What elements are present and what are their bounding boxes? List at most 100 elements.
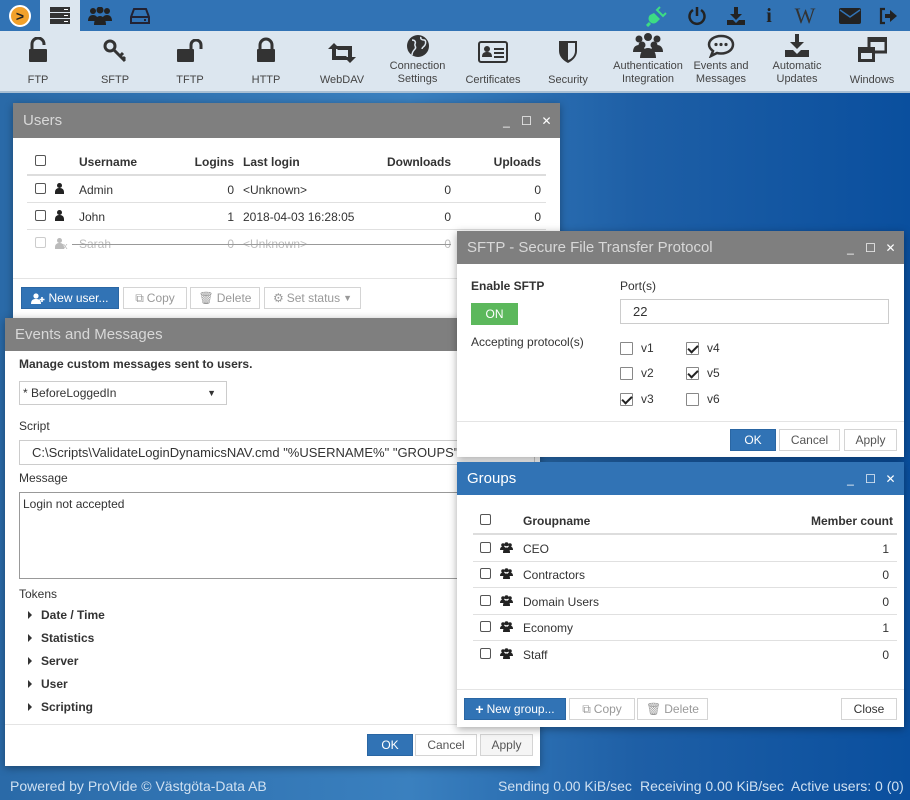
events-ok-button[interactable]: OK (367, 734, 413, 756)
table-row[interactable]: Domain Users 0 (473, 589, 897, 615)
col-member-count[interactable]: Member count (811, 514, 893, 528)
protocol-v3-checkbox[interactable]: v3 (620, 392, 654, 406)
delete-user-button[interactable]: 🗑 Delete (190, 287, 260, 309)
minimize-icon[interactable]: _ (845, 472, 856, 486)
maximize-icon[interactable]: ☐ (865, 472, 876, 486)
select-all-checkbox[interactable] (480, 514, 491, 525)
col-uploads[interactable]: Uploads (457, 155, 541, 169)
user-icon (55, 209, 64, 221)
table-header: Groupname Member count (473, 509, 897, 535)
tab-home[interactable]: > (0, 0, 40, 31)
mail-icon[interactable] (838, 4, 862, 28)
copy-user-button[interactable]: ⧉ Copy (123, 287, 187, 309)
download-icon[interactable] (724, 4, 748, 28)
protocol-v1-checkbox[interactable]: v1 (620, 341, 654, 355)
info-icon[interactable]: i (757, 4, 781, 28)
protocol-v6-checkbox[interactable]: v6 (686, 392, 720, 406)
row-checkbox[interactable] (35, 237, 46, 248)
chat-bubble-icon (707, 34, 735, 58)
minimize-icon[interactable]: _ (845, 241, 856, 255)
maximize-icon[interactable]: ☐ (521, 114, 532, 128)
ribbon-automatic-updates[interactable]: Automatic Updates (764, 31, 830, 93)
table-row[interactable]: Staff 0 (473, 642, 897, 668)
tab-drive[interactable] (120, 0, 160, 31)
logout-icon[interactable] (876, 4, 900, 28)
sftp-window-titlebar[interactable]: SFTP - Secure File Transfer Protocol _ ☐… (457, 231, 904, 264)
table-row[interactable]: Admin 0 <Unknown> 0 0 (27, 177, 546, 203)
table-row[interactable]: Contractors 0 (473, 562, 897, 588)
ribbon-webdav[interactable]: WebDAV (311, 31, 373, 93)
tab-servers[interactable] (40, 0, 80, 31)
ribbon-events-and-messages[interactable]: Events and Messages (688, 31, 754, 93)
ribbon-http[interactable]: HTTP (236, 31, 296, 93)
token-group-user[interactable]: User (28, 677, 68, 691)
minimize-icon[interactable]: _ (501, 114, 512, 128)
events-apply-button[interactable]: Apply (480, 734, 533, 756)
new-user-button[interactable]: New user... (21, 287, 119, 309)
table-row[interactable]: CEO 1 (473, 536, 897, 562)
protocol-v2-checkbox[interactable]: v2 (620, 366, 654, 380)
windows-restore-icon (858, 37, 887, 63)
delete-group-button[interactable]: 🗑 Delete (637, 698, 708, 720)
ribbon-sftp[interactable]: SFTP (85, 31, 145, 93)
close-icon[interactable]: ✕ (885, 241, 896, 255)
groups-window-titlebar[interactable]: Groups _ ☐ ✕ (457, 462, 904, 495)
ribbon-connection-settings[interactable]: Connection Settings (385, 31, 450, 93)
add-user-icon (31, 292, 45, 304)
window-title: Groups (467, 470, 517, 487)
row-checkbox[interactable] (35, 209, 46, 221)
copy-icon: ⧉ (582, 701, 591, 716)
users-window-titlebar[interactable]: Users _ ☐ ✕ (13, 103, 560, 138)
token-group-scripting[interactable]: Scripting (27, 700, 93, 714)
close-icon[interactable]: ✕ (885, 472, 896, 486)
row-checkbox[interactable] (35, 182, 46, 194)
col-groupname[interactable]: Groupname (523, 514, 590, 528)
close-groups-button[interactable]: Close (841, 698, 897, 720)
col-last-login[interactable]: Last login (243, 155, 300, 169)
row-checkbox[interactable] (480, 541, 491, 553)
row-checkbox[interactable] (480, 594, 491, 606)
token-group-date-time[interactable]: Date / Time (28, 608, 105, 622)
maximize-icon[interactable]: ☐ (865, 241, 876, 255)
ribbon-ftp[interactable]: FTP (8, 31, 68, 93)
enable-sftp-toggle[interactable]: ON (471, 303, 518, 325)
ribbon-authentication-integration[interactable]: Authentication Integration (612, 31, 684, 93)
provide-logo-icon: > (9, 4, 31, 27)
row-checkbox[interactable] (480, 567, 491, 579)
table-row[interactable]: John 1 2018-04-03 16:28:05 0 0 (27, 204, 546, 230)
checkbox-box (620, 341, 633, 355)
ribbon-certificates[interactable]: Certificates (462, 31, 524, 93)
token-group-statistics[interactable]: Statistics (27, 631, 94, 645)
event-select[interactable]: * BeforeLoggedIn ▼ (19, 381, 227, 405)
set-status-dropdown[interactable]: ⚙ Set status ▼ (264, 287, 361, 309)
ribbon-windows[interactable]: Windows (840, 31, 904, 93)
col-downloads[interactable]: Downloads (367, 155, 451, 169)
col-logins[interactable]: Logins (177, 155, 234, 169)
ribbon-security[interactable]: Security (538, 31, 598, 93)
new-group-button[interactable]: + New group... (464, 698, 566, 720)
table-row[interactable]: Economy 1 (473, 615, 897, 641)
sftp-cancel-button[interactable]: Cancel (779, 429, 840, 451)
col-username[interactable]: Username (79, 155, 137, 169)
plug-icon[interactable] (645, 4, 669, 28)
row-checkbox[interactable] (480, 620, 491, 632)
wikipedia-icon[interactable]: W (793, 3, 817, 28)
select-all-checkbox[interactable] (35, 155, 46, 166)
close-icon[interactable]: ✕ (541, 114, 552, 128)
tab-users[interactable] (80, 0, 120, 31)
events-cancel-button[interactable]: Cancel (415, 734, 477, 756)
protocol-v5-checkbox[interactable]: v5 (686, 366, 720, 380)
ribbon-tftp[interactable]: TFTP (160, 31, 220, 93)
row-checkbox[interactable] (480, 648, 491, 659)
strikethrough-line (72, 244, 451, 245)
token-group-server[interactable]: Server (27, 654, 78, 668)
ports-input[interactable]: 22 (620, 299, 889, 324)
copy-group-button[interactable]: ⧉ Copy (569, 698, 635, 720)
sftp-ok-button[interactable]: OK (730, 429, 776, 451)
group-icon (500, 620, 513, 635)
events-description: Manage custom messages sent to users. (19, 357, 253, 371)
protocol-v4-checkbox[interactable]: v4 (686, 341, 720, 355)
power-icon[interactable] (685, 4, 709, 28)
copy-icon: ⧉ (135, 290, 144, 305)
sftp-apply-button[interactable]: Apply (844, 429, 897, 451)
